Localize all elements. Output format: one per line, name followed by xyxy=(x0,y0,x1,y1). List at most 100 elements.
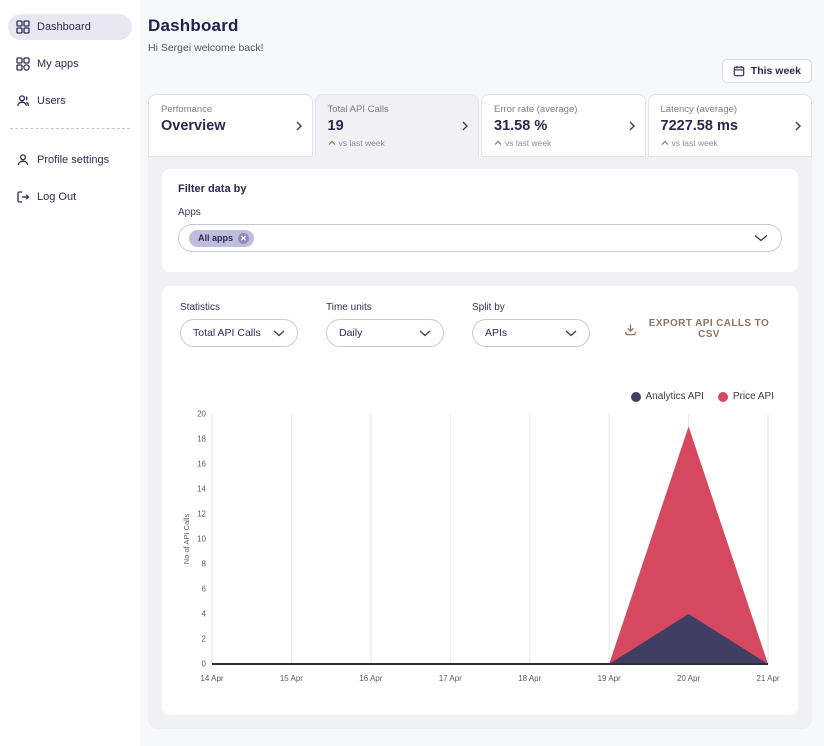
legend-label: Price API xyxy=(732,391,774,402)
sidebar-item-dashboard[interactable]: Dashboard xyxy=(8,14,132,40)
stat-card-label: Perfomance xyxy=(161,104,213,115)
download-icon xyxy=(624,323,637,336)
split-by-control: Split by APIs xyxy=(472,302,590,347)
statistics-control: Statistics Total API Calls xyxy=(180,302,298,347)
sidebar-item-label: Log Out xyxy=(37,191,77,203)
stat-card-label: Total API Calls xyxy=(327,104,389,115)
statistics-panel: Statistics Total API Calls Time units Da… xyxy=(162,286,798,715)
stat-cards-row: Perfomance Overview Total API Calls 19 v… xyxy=(148,94,812,157)
stat-card-value: 7227.58 ms xyxy=(660,118,738,134)
stat-card-trend: vs last week xyxy=(661,138,790,148)
sidebar-item-label: Users xyxy=(37,95,66,107)
sidebar-item-label: Profile settings xyxy=(37,154,110,166)
chevron-right-icon xyxy=(461,120,469,132)
stat-card-performance[interactable]: Perfomance Overview xyxy=(148,94,313,157)
chart-controls: Statistics Total API Calls Time units Da… xyxy=(180,302,780,347)
sidebar: Dashboard My apps Users Profile settings… xyxy=(0,0,140,746)
legend-dot-price xyxy=(717,391,728,402)
svg-text:17 Apr: 17 Apr xyxy=(439,674,462,683)
tab-content-panel: Filter data by Apps All apps ✕ Statistic… xyxy=(148,157,812,729)
calendar-icon xyxy=(733,65,745,77)
chip-label: All apps xyxy=(198,233,234,243)
export-csv-button[interactable]: EXPORT API CALLS TO CSV xyxy=(618,317,780,341)
svg-text:21 Apr: 21 Apr xyxy=(756,674,779,683)
sidebar-item-label: Dashboard xyxy=(37,21,91,33)
caret-up-icon xyxy=(494,140,502,146)
svg-text:20 Apr: 20 Apr xyxy=(677,674,700,683)
legend-item-analytics-api: Analytics API xyxy=(630,391,704,402)
stat-card-trend-label: vs last week xyxy=(338,138,385,148)
chevron-down-icon[interactable] xyxy=(754,234,768,242)
split-by-selected-value: APIs xyxy=(485,327,508,339)
svg-text:16 Apr: 16 Apr xyxy=(359,674,382,683)
main-content: Dashboard Hi Sergei welcome back! This w… xyxy=(140,0,824,746)
svg-text:18 Apr: 18 Apr xyxy=(518,674,541,683)
svg-text:2: 2 xyxy=(202,635,207,644)
svg-text:12: 12 xyxy=(197,510,206,519)
time-units-control: Time units Daily xyxy=(326,302,444,347)
apps-filter-combobox[interactable]: All apps ✕ xyxy=(178,224,782,252)
stat-card-label: Error rate (average) xyxy=(494,104,578,115)
caret-up-icon xyxy=(661,140,669,146)
chart-canvas: 0 2 4 6 8 10 12 14 16 18 20 No of API Calls 14 Apr 15… xyxy=(182,410,780,684)
stat-card-trend-label: vs last week xyxy=(505,138,552,148)
sidebar-item-my-apps[interactable]: My apps xyxy=(8,51,132,77)
stat-card-value: 31.58 % xyxy=(494,118,548,134)
sidebar-item-profile-settings[interactable]: Profile settings xyxy=(8,147,132,173)
split-by-label: Split by xyxy=(472,302,505,313)
stat-card-value: Overview xyxy=(161,118,226,134)
legend-label: Analytics API xyxy=(645,391,704,402)
stat-card-total-api-calls[interactable]: Total API Calls 19 vs last week xyxy=(314,94,479,157)
time-units-selected-value: Daily xyxy=(339,327,363,339)
chevron-down-icon xyxy=(565,330,577,337)
dashboard-icon xyxy=(16,20,30,34)
split-by-select[interactable]: APIs xyxy=(472,319,590,347)
filter-title: Filter data by xyxy=(178,183,247,195)
svg-text:16: 16 xyxy=(197,460,206,469)
logout-icon xyxy=(16,190,30,204)
svg-text:No of API Calls: No of API Calls xyxy=(182,514,191,565)
stat-card-trend: vs last week xyxy=(328,138,457,148)
stat-card-error-rate[interactable]: Error rate (average) 31.58 % vs last wee… xyxy=(481,94,646,157)
apps-icon xyxy=(16,57,30,71)
svg-text:20: 20 xyxy=(197,410,206,419)
stat-card-label: Latency (average) xyxy=(660,104,738,115)
chevron-right-icon xyxy=(628,120,636,132)
all-apps-chip[interactable]: All apps ✕ xyxy=(189,229,255,247)
svg-text:8: 8 xyxy=(202,560,207,569)
legend-dot-analytics xyxy=(630,391,641,402)
stat-card-latency[interactable]: Latency (average) 7227.58 ms vs last wee… xyxy=(647,94,812,157)
legend-item-price-api: Price API xyxy=(717,391,774,402)
caret-up-icon xyxy=(328,140,336,146)
sidebar-footer-nav: Profile settings Log Out xyxy=(8,147,132,210)
sidebar-item-label: My apps xyxy=(37,58,79,70)
svg-text:6: 6 xyxy=(202,585,207,594)
sidebar-divider xyxy=(10,128,130,129)
this-week-label: This week xyxy=(750,65,801,77)
svg-text:4: 4 xyxy=(202,610,207,619)
page: Dashboard My apps Users Profile settings… xyxy=(0,0,824,746)
filter-panel: Filter data by Apps All apps ✕ xyxy=(162,169,798,272)
stat-card-value: 19 xyxy=(327,118,344,134)
svg-text:15 Apr: 15 Apr xyxy=(280,674,303,683)
chevron-right-icon xyxy=(295,120,303,132)
chip-remove-icon[interactable]: ✕ xyxy=(238,232,250,244)
stat-card-trend: vs last week xyxy=(494,138,623,148)
chevron-right-icon xyxy=(794,120,802,132)
welcome-text: Hi Sergei welcome back! xyxy=(148,42,264,54)
svg-text:18: 18 xyxy=(197,435,206,444)
svg-text:0: 0 xyxy=(202,660,207,669)
this-week-button[interactable]: This week xyxy=(721,59,812,83)
chevron-down-icon xyxy=(273,330,285,337)
page-title: Dashboard xyxy=(148,16,239,35)
sidebar-item-log-out[interactable]: Log Out xyxy=(8,184,132,210)
sidebar-item-users[interactable]: Users xyxy=(8,88,132,114)
users-icon xyxy=(16,94,30,108)
svg-text:10: 10 xyxy=(197,535,206,544)
time-units-label: Time units xyxy=(326,302,372,313)
export-csv-label: EXPORT API CALLS TO CSV xyxy=(648,318,770,340)
api-calls-area-chart: 0 2 4 6 8 10 12 14 16 18 20 No of API Calls 14 Apr 15… xyxy=(180,404,780,693)
profile-icon xyxy=(16,153,30,167)
time-units-select[interactable]: Daily xyxy=(326,319,444,347)
statistics-select[interactable]: Total API Calls xyxy=(180,319,298,347)
